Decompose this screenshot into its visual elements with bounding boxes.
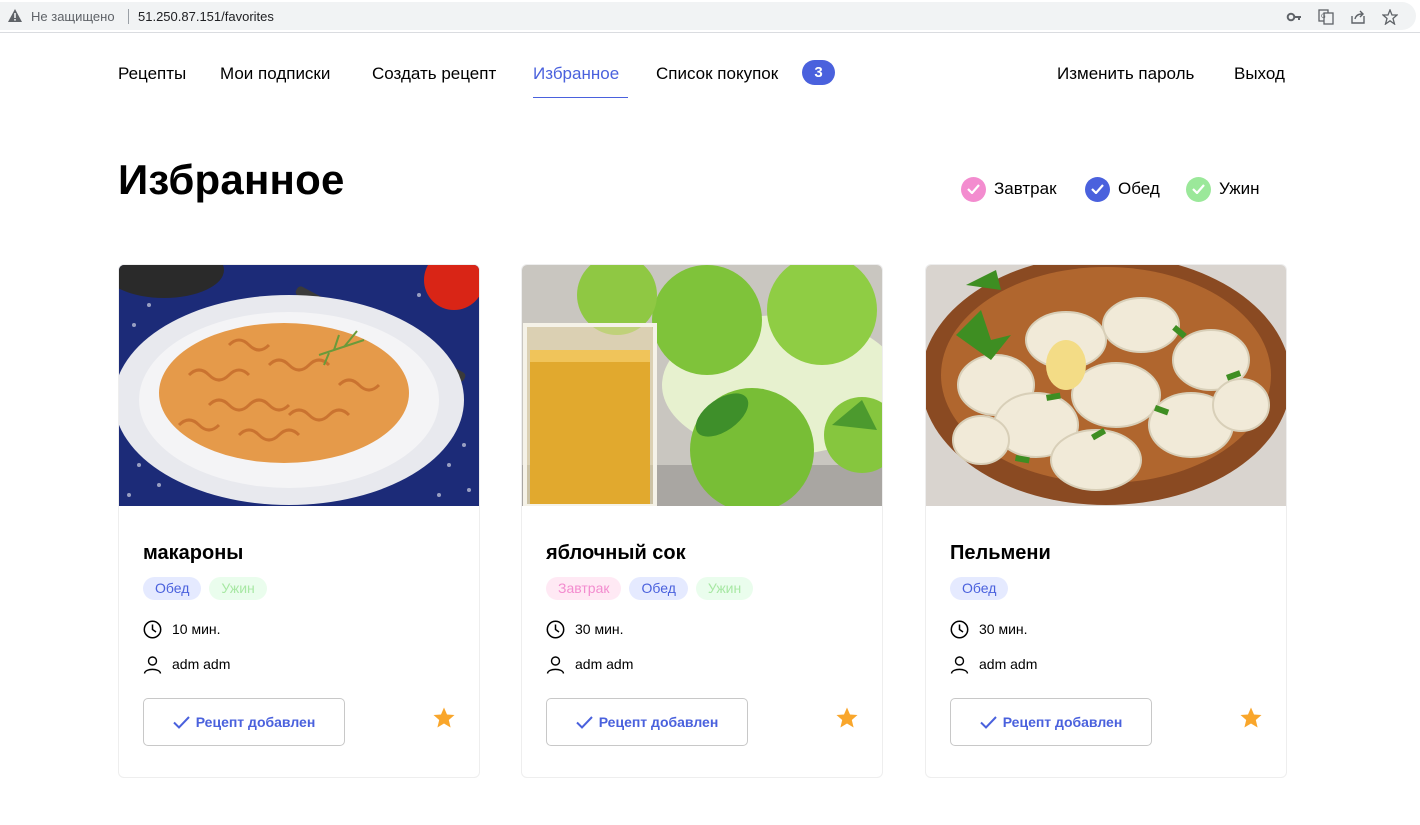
- page-title: Избранное: [118, 156, 345, 203]
- author: adm adm: [546, 654, 633, 674]
- tag-lunch: Обед: [629, 577, 688, 600]
- nav-recipes[interactable]: Рецепты: [118, 64, 186, 84]
- url-text[interactable]: 51.250.87.151/favorites: [138, 9, 274, 24]
- recipe-title[interactable]: макароны: [143, 542, 243, 565]
- user-icon: [950, 655, 969, 674]
- recipe-card: Пельмени Обед 30 мин. adm adm Рецепт доб…: [925, 264, 1287, 778]
- bookmark-star-icon[interactable]: [1382, 9, 1398, 25]
- checkmark-icon: [961, 176, 986, 202]
- author-name[interactable]: adm adm: [979, 656, 1037, 672]
- favorite-star-icon[interactable]: [1239, 706, 1263, 730]
- recipe-added-button[interactable]: Рецепт добавлен: [546, 698, 748, 746]
- user-icon: [143, 655, 162, 674]
- svg-text:G: G: [1321, 13, 1326, 20]
- translate-icon[interactable]: G: [1318, 9, 1334, 25]
- recipe-image[interactable]: [522, 265, 882, 506]
- cook-time-value: 30 мин.: [575, 621, 624, 637]
- omnibox[interactable]: Не защищено 51.250.87.151/favorites G: [0, 2, 1416, 30]
- cook-time: 10 мин.: [143, 619, 221, 639]
- recipe-tags: Обед Ужин: [143, 577, 267, 600]
- cook-time: 30 мин.: [950, 619, 1028, 639]
- user-icon: [546, 655, 565, 674]
- checkmark-icon: [1085, 176, 1110, 202]
- clock-icon: [143, 620, 162, 638]
- recipe-title[interactable]: яблочный сок: [546, 542, 686, 565]
- filter-lunch[interactable]: Обед: [1085, 176, 1160, 202]
- address-separator: [128, 9, 129, 24]
- favorite-star-icon[interactable]: [835, 706, 859, 730]
- share-icon[interactable]: [1350, 9, 1366, 25]
- tag-lunch: Обед: [143, 577, 202, 600]
- cook-time-value: 30 мин.: [979, 621, 1028, 637]
- recipe-image[interactable]: [119, 265, 479, 506]
- nav-subscriptions[interactable]: Мои подписки: [220, 64, 330, 84]
- author-name[interactable]: adm adm: [172, 656, 230, 672]
- security-status[interactable]: Не защищено: [31, 9, 115, 24]
- key-icon[interactable]: [1286, 9, 1302, 25]
- checkmark-icon: [172, 715, 190, 729]
- recipe-card: яблочный сок Завтрак Обед Ужин 30 мин. a…: [521, 264, 883, 778]
- filter-label: Обед: [1118, 179, 1160, 198]
- filter-dinner[interactable]: Ужин: [1186, 176, 1260, 202]
- author-name[interactable]: adm adm: [575, 656, 633, 672]
- nav-favorites[interactable]: Избранное: [533, 64, 619, 84]
- cart-count-badge[interactable]: 3: [802, 60, 835, 85]
- filter-breakfast[interactable]: Завтрак: [961, 176, 1057, 202]
- cook-time: 30 мин.: [546, 619, 624, 639]
- recipe-tags: Завтрак Обед Ужин: [546, 577, 754, 600]
- warning-icon[interactable]: [8, 9, 22, 22]
- checkmark-icon: [575, 715, 593, 729]
- nav-active-indicator: [533, 97, 628, 98]
- main-nav: Рецепты Мои подписки Создать рецепт Избр…: [0, 34, 1420, 106]
- tag-lunch: Обед: [950, 577, 1009, 600]
- recipe-title[interactable]: Пельмени: [950, 542, 1051, 565]
- clock-icon: [546, 620, 565, 638]
- author: adm adm: [950, 654, 1037, 674]
- author: adm adm: [143, 654, 230, 674]
- recipe-tags: Обед: [950, 577, 1009, 600]
- recipe-added-label: Рецепт добавлен: [1002, 714, 1123, 730]
- tag-dinner: Ужин: [209, 577, 267, 600]
- recipe-added-label: Рецепт добавлен: [195, 714, 316, 730]
- nav-logout[interactable]: Выход: [1234, 64, 1285, 84]
- browser-address-bar: Не защищено 51.250.87.151/favorites G: [0, 0, 1420, 33]
- cook-time-value: 10 мин.: [172, 621, 221, 637]
- clock-icon: [950, 620, 969, 638]
- favorite-star-icon[interactable]: [432, 706, 456, 730]
- recipe-added-button[interactable]: Рецепт добавлен: [950, 698, 1152, 746]
- recipe-image[interactable]: [926, 265, 1286, 506]
- recipe-added-label: Рецепт добавлен: [598, 714, 719, 730]
- nav-create-recipe[interactable]: Создать рецепт: [372, 64, 496, 84]
- filter-label: Завтрак: [994, 179, 1057, 198]
- nav-shopping-list[interactable]: Список покупок: [656, 64, 778, 84]
- recipe-added-button[interactable]: Рецепт добавлен: [143, 698, 345, 746]
- recipe-card: макароны Обед Ужин 10 мин. adm adm Рецеп…: [118, 264, 480, 778]
- checkmark-icon: [979, 715, 997, 729]
- filter-label: Ужин: [1219, 179, 1260, 198]
- checkmark-icon: [1186, 176, 1211, 202]
- tag-dinner: Ужин: [695, 577, 754, 600]
- nav-change-password[interactable]: Изменить пароль: [1057, 64, 1194, 84]
- tag-breakfast: Завтрак: [546, 577, 622, 600]
